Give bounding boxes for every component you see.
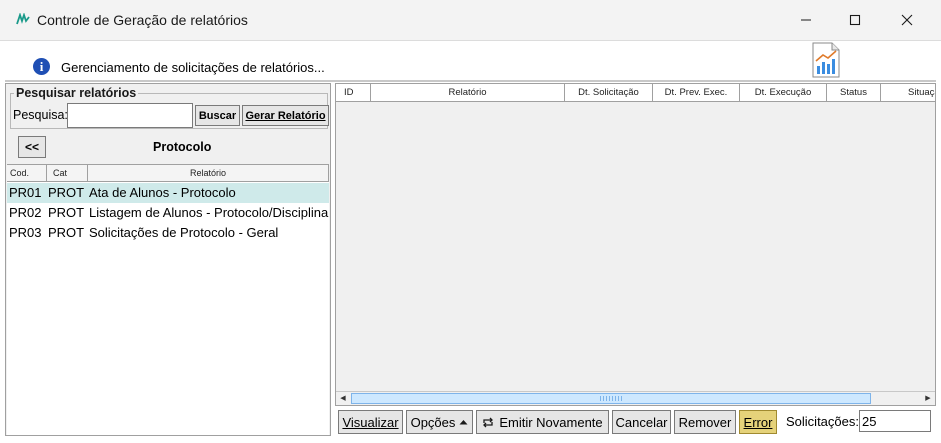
options-button-label: Opções	[410, 414, 456, 430]
column-header-id[interactable]: ID	[336, 84, 371, 101]
cancel-button[interactable]: Cancelar	[612, 410, 671, 434]
close-icon	[901, 14, 913, 26]
report-name: Solicitações de Protocolo - Geral	[89, 225, 279, 240]
report-category: PROT	[48, 205, 85, 220]
column-header-cod[interactable]: Cod.	[7, 165, 47, 182]
remove-button[interactable]: Remover	[674, 410, 736, 434]
error-button[interactable]: Error	[739, 410, 777, 434]
info-icon: i	[33, 58, 50, 75]
options-button[interactable]: Opções	[406, 410, 473, 434]
title-bar: Controle de Geração de relatórios	[0, 0, 941, 40]
search-group-title: Pesquisar relatórios	[14, 86, 139, 100]
table-row[interactable]: PR03 PROT Solicitações de Protocolo - Ge…	[7, 223, 329, 243]
window-title: Controle de Geração de relatórios	[37, 12, 248, 28]
view-button-label: Visualizar	[342, 414, 399, 430]
section-title: Protocolo	[153, 140, 212, 154]
generate-report-label: Gerar Relatório	[245, 109, 326, 122]
reports-table-header: Cod. Cat Relatório	[7, 165, 329, 182]
reports-table: Cod. Cat Relatório PR01 PROT Ata de Alun…	[7, 164, 329, 435]
info-banner: i Gerenciamento de solicitações de relat…	[5, 41, 936, 81]
column-header-dt-solicitacao[interactable]: Dt. Solicitação	[565, 84, 653, 101]
search-label: Pesquisa:	[13, 108, 68, 122]
column-header-relatorio[interactable]: Relatório	[88, 165, 329, 182]
report-chart-icon	[812, 42, 840, 78]
column-header-cat[interactable]: Cat	[47, 165, 88, 182]
error-button-label: Error	[743, 414, 773, 430]
reissue-button[interactable]: Emitir Novamente	[476, 410, 609, 434]
column-header-situacao[interactable]: Situação	[881, 84, 935, 101]
horizontal-scrollbar[interactable]: ◀ ▶	[336, 391, 935, 405]
column-header-dt-execucao[interactable]: Dt. Execução	[740, 84, 827, 101]
scrollbar-grip-icon	[600, 396, 624, 401]
banner-message: Gerenciamento de solicitações de relatór…	[61, 60, 325, 75]
table-row[interactable]: PR02 PROT Listagem de Alunos - Protocolo…	[7, 203, 329, 223]
reissue-button-label: Emitir Novamente	[499, 414, 603, 430]
report-code: PR02	[9, 205, 42, 220]
repeat-icon	[483, 417, 494, 427]
report-name: Ata de Alunos - Protocolo	[89, 185, 236, 200]
back-button[interactable]: <<	[18, 136, 46, 158]
column-header-dt-prev-exec[interactable]: Dt. Prev. Exec.	[653, 84, 740, 101]
scroll-right-icon[interactable]: ▶	[921, 392, 935, 405]
report-category: PROT	[48, 185, 85, 200]
requests-panel: ID Relatório Dt. Solicitação Dt. Prev. E…	[335, 83, 936, 406]
minimize-button[interactable]	[783, 0, 829, 40]
caret-up-icon	[459, 420, 468, 425]
scrollbar-thumb[interactable]	[351, 393, 871, 404]
report-code: PR01	[9, 185, 42, 200]
reports-panel: Pesquisar relatórios Pesquisa: Buscar Ge…	[5, 83, 331, 436]
app-logo-icon	[16, 13, 30, 25]
report-name: Listagem de Alunos - Protocolo/Disciplin…	[89, 205, 329, 220]
table-row[interactable]: PR01 PROT Ata de Alunos - Protocolo	[7, 183, 329, 203]
generate-report-button[interactable]: Gerar Relatório	[242, 105, 329, 126]
requests-table-header: ID Relatório Dt. Solicitação Dt. Prev. E…	[336, 84, 935, 102]
requests-count-field[interactable]	[859, 410, 931, 432]
column-header-relatorio[interactable]: Relatório	[371, 84, 565, 101]
maximize-icon	[849, 14, 861, 26]
requests-count-label: Solicitações:	[786, 414, 859, 429]
report-category: PROT	[48, 225, 85, 240]
search-group: Pesquisar relatórios Pesquisa: Buscar Ge…	[10, 86, 329, 129]
search-input[interactable]	[67, 103, 193, 128]
minimize-icon	[801, 19, 811, 21]
report-code: PR03	[9, 225, 42, 240]
close-button[interactable]	[884, 0, 930, 40]
maximize-button[interactable]	[832, 0, 878, 40]
scroll-left-icon[interactable]: ◀	[336, 392, 350, 405]
column-header-status[interactable]: Status	[827, 84, 881, 101]
banner-divider	[5, 80, 936, 82]
view-button[interactable]: Visualizar	[338, 410, 403, 434]
search-button[interactable]: Buscar	[195, 105, 240, 126]
